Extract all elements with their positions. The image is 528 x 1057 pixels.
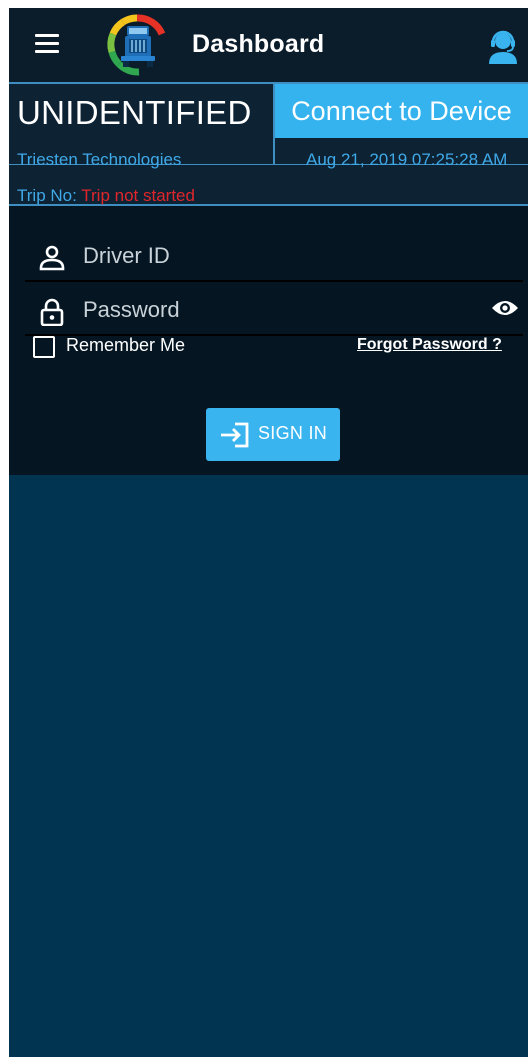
login-form: Remember Me Forgot Password ? SIGN IN [9,206,528,475]
app-bar: Dashboard [9,8,528,82]
truck-gauge-logo-icon [107,14,166,76]
eye-icon[interactable] [491,298,519,318]
unit-status-label: UNIDENTIFIED [17,94,252,131]
headset-user-icon[interactable] [486,28,520,64]
person-outline-icon [39,245,65,271]
current-datetime: Aug 21, 2019 07:25:28 AM [306,150,508,169]
page-title: Dashboard [192,30,325,58]
sign-in-label: SIGN IN [258,423,328,443]
password-input[interactable] [83,286,463,334]
checkbox-box[interactable] [33,336,55,358]
remember-me-label: Remember Me [66,335,186,355]
driver-id-field [25,232,523,282]
driver-id-input[interactable] [83,232,463,280]
trip-number: Trip No: Trip not started [17,186,195,206]
connect-to-device-button[interactable]: Connect to Device [275,84,528,138]
vehicle-status-panel: UNIDENTIFIED Connect to Device Triesten … [9,82,528,206]
company-name: Triesten Technologies [17,150,182,169]
app-screen: Dashboard UNIDENTIFIED Connect to Device… [9,8,528,1057]
lock-outline-icon [40,298,64,326]
sign-in-button[interactable]: SIGN IN [206,408,340,461]
trip-status-value: Trip not started [81,186,195,205]
trip-label: Trip No: [17,186,82,205]
sign-in-arrow-icon [221,422,249,448]
password-field [25,286,523,336]
forgot-password-link[interactable]: Forgot Password ? [357,336,502,354]
hamburger-menu-icon[interactable] [35,34,59,54]
